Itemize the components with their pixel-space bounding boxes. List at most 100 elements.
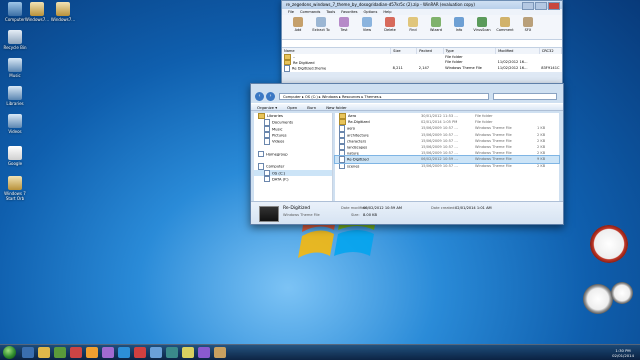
tool-test[interactable]: Test (334, 17, 354, 37)
organize-button[interactable]: Organize ▾ (257, 104, 277, 110)
tool-delete[interactable]: Delete (380, 17, 400, 37)
cell-name: Re Digitized.theme (282, 65, 391, 72)
winrar-window[interactable]: re_zegedons_windows_7_theme_by_dosogrida… (281, 0, 563, 84)
app-icon[interactable] (102, 347, 114, 358)
app-icon[interactable] (134, 347, 146, 358)
cell-size: 8,211 (392, 66, 403, 71)
archive-icon (56, 2, 70, 16)
maximize-button[interactable] (535, 2, 547, 10)
desktop-icon-libraries[interactable]: Libraries (1, 86, 29, 106)
tool-sfx[interactable]: SFX (518, 17, 538, 37)
back-button[interactable]: ‹ (255, 92, 264, 101)
winrar-toolbar: Add Extract To Test View Delete Find Wiz… (282, 15, 562, 40)
list-item[interactable]: scenes 15/06/2009 10:57 ... Windows Theme … (335, 162, 559, 169)
folder-icon (339, 113, 346, 119)
tool-comment[interactable]: Comment (495, 17, 515, 37)
theme-file-icon (284, 65, 290, 72)
delete-icon (385, 17, 395, 27)
libraries-icon (8, 86, 22, 100)
details-pane: Re-Digitized Windows Theme File Date mod… (251, 201, 563, 224)
desktop-icon-google[interactable]: Google (1, 146, 29, 166)
tool-find[interactable]: Find (403, 17, 423, 37)
menu-commands[interactable]: Commands (300, 9, 320, 15)
winrar-file-table: Name Size Packed Type Modified CRC32 .. … (282, 48, 563, 72)
app-icon[interactable] (70, 347, 82, 358)
archive-icon (30, 2, 44, 16)
winrar-window-controls (522, 2, 560, 10)
sfx-icon (523, 17, 533, 27)
info-icon (454, 17, 464, 27)
menu-help[interactable]: Help (383, 9, 391, 15)
desktop-icon-file-2[interactable]: Windows7... (49, 2, 77, 22)
details-created-label: Date created: (431, 206, 456, 210)
virusscan-icon (477, 17, 487, 27)
find-icon (408, 17, 418, 27)
desktop-icon-music[interactable]: Music (1, 58, 29, 78)
desktop-icon-recycle-bin[interactable]: Recycle Bin (1, 30, 29, 50)
tool-info[interactable]: Info (449, 17, 469, 37)
start-button[interactable] (3, 346, 16, 359)
minimize-button[interactable] (522, 2, 534, 10)
nav-item-data-f[interactable]: DATA (F:) (254, 175, 332, 183)
theme-file-icon (339, 162, 345, 169)
menu-favorites[interactable]: Favorites (341, 9, 357, 15)
taskbar: 1:30 PM 02/01/2014 (0, 344, 640, 360)
comment-icon (500, 17, 510, 27)
app-icon[interactable] (150, 347, 162, 358)
videos-icon (264, 138, 270, 145)
details-size-label: Size: (351, 213, 360, 217)
details-kind: Windows Theme File (283, 213, 320, 217)
clock-gadget[interactable] (590, 225, 628, 263)
media-icon[interactable] (54, 347, 66, 358)
file-list: Aero 30/01/2012 11:53 ... File folder Re-D… (334, 113, 560, 201)
desktop-icon-videos[interactable]: Videos (1, 114, 29, 134)
cpu-meter-gadget[interactable] (583, 284, 613, 314)
cell-packed: 2,147 (418, 66, 430, 71)
close-button[interactable] (548, 2, 560, 10)
details-size: 8.00 KB (363, 213, 377, 217)
address-bar[interactable]: Computer ▸ OS (C:) ▸ Windows ▸ Resources… (279, 93, 489, 100)
tool-wizard[interactable]: Wizard (426, 17, 446, 37)
cell-type: Windows Theme File (445, 66, 482, 71)
folder-icon (339, 119, 346, 125)
tool-extract[interactable]: Extract To (311, 17, 331, 37)
theme-thumbnail (259, 206, 279, 222)
app-icon[interactable] (166, 347, 178, 358)
memory-meter-gadget[interactable] (611, 282, 633, 304)
app-icon[interactable] (182, 347, 194, 358)
system-clock[interactable]: 1:30 PM 02/01/2014 (612, 348, 640, 358)
table-row[interactable]: Re Digitized.theme 8,211 2,147 Windows T… (282, 65, 562, 72)
videos-folder-icon (8, 114, 22, 128)
menu-file[interactable]: File (288, 9, 294, 15)
ie-icon[interactable] (22, 347, 34, 358)
desktop-icon-file-1[interactable]: Windows7... (23, 2, 51, 22)
forward-button[interactable]: › (266, 92, 275, 101)
explorer-window[interactable]: ‹ › Computer ▸ OS (C:) ▸ Windows ▸ Resou… (250, 83, 564, 225)
tool-view[interactable]: View (357, 17, 377, 37)
details-name: Re-Digitized (283, 206, 311, 211)
new-folder-button[interactable]: New folder (326, 104, 347, 110)
explorer-icon[interactable] (38, 347, 50, 358)
command-bar: Organize ▾ Open Burn New folder (251, 103, 563, 111)
wizard-icon (431, 17, 441, 27)
details-modified: 06/02/2012 10:59 AM (363, 206, 402, 210)
winrar-path-bar[interactable] (282, 40, 562, 48)
tool-virusscan[interactable]: VirusScan (472, 17, 492, 37)
app-icon[interactable] (198, 347, 210, 358)
google-icon (8, 146, 22, 160)
cell-crc: 83F9141C (541, 66, 560, 71)
app-icon[interactable] (118, 347, 130, 358)
view-icon (362, 17, 372, 27)
search-input[interactable] (493, 93, 557, 100)
music-folder-icon (8, 58, 22, 72)
menu-options[interactable]: Options (363, 9, 377, 15)
vlc-icon[interactable] (86, 347, 98, 358)
burn-button[interactable]: Burn (307, 104, 316, 110)
extract-icon (316, 17, 326, 27)
menu-tools[interactable]: Tools (326, 9, 335, 15)
desktop-icon-start-orb[interactable]: Windows 7 Start Orb (1, 176, 29, 201)
navigation-pane: Libraries Documents Music Pictures Video… (254, 113, 333, 201)
tool-add[interactable]: Add (288, 17, 308, 37)
open-button[interactable]: Open (287, 104, 297, 110)
winrar-taskbar-icon[interactable] (214, 347, 226, 358)
